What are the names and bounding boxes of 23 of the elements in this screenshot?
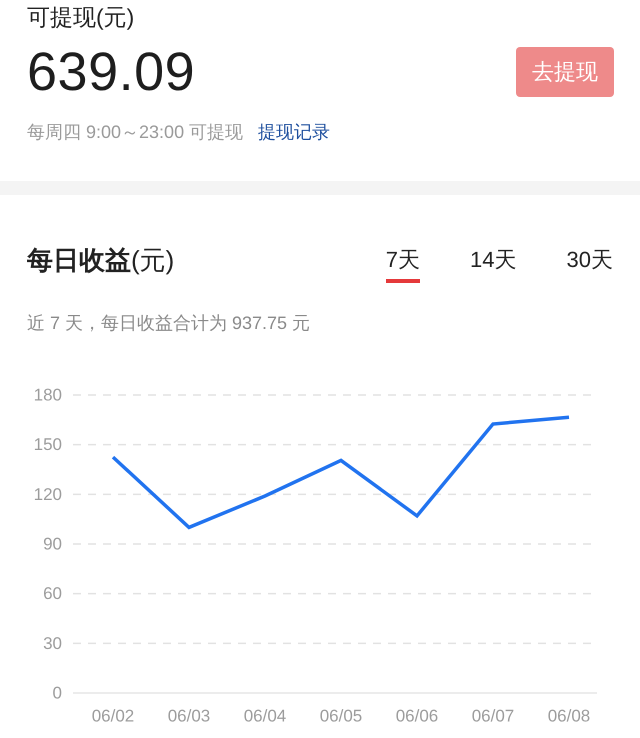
x-axis-label: 06/02	[92, 706, 134, 726]
y-axis-label: 90	[43, 534, 62, 554]
x-axis-label: 06/06	[396, 706, 438, 726]
y-axis-label: 30	[43, 634, 62, 653]
withdraw-schedule-text: 每周四 9:00～23:00 可提现	[27, 121, 244, 144]
x-axis-label: 06/07	[472, 706, 514, 726]
period-tab[interactable]: 7天	[386, 246, 420, 283]
earnings-summary: 近 7 天，每日收益合计为 937.75 元	[26, 312, 312, 335]
withdraw-history-link[interactable]: 提现记录	[258, 118, 330, 146]
balance-label: 可提现(元)	[27, 3, 136, 32]
x-axis-label: 06/04	[244, 706, 286, 726]
section-title: 每日收益(元)	[27, 246, 174, 274]
period-tab[interactable]: 30天	[566, 246, 613, 283]
y-axis-label: 150	[34, 435, 62, 454]
y-axis-label: 180	[34, 386, 62, 404]
y-axis-label: 0	[52, 684, 62, 702]
x-axis-label: 06/03	[168, 706, 210, 726]
x-axis-label: 06/05	[320, 706, 362, 726]
period-tab[interactable]: 14天	[470, 246, 517, 283]
y-axis-label: 60	[43, 584, 62, 604]
y-axis-label: 120	[34, 484, 62, 504]
x-axis-label: 06/08	[548, 706, 590, 726]
balance-amount: 639.09	[27, 41, 196, 104]
